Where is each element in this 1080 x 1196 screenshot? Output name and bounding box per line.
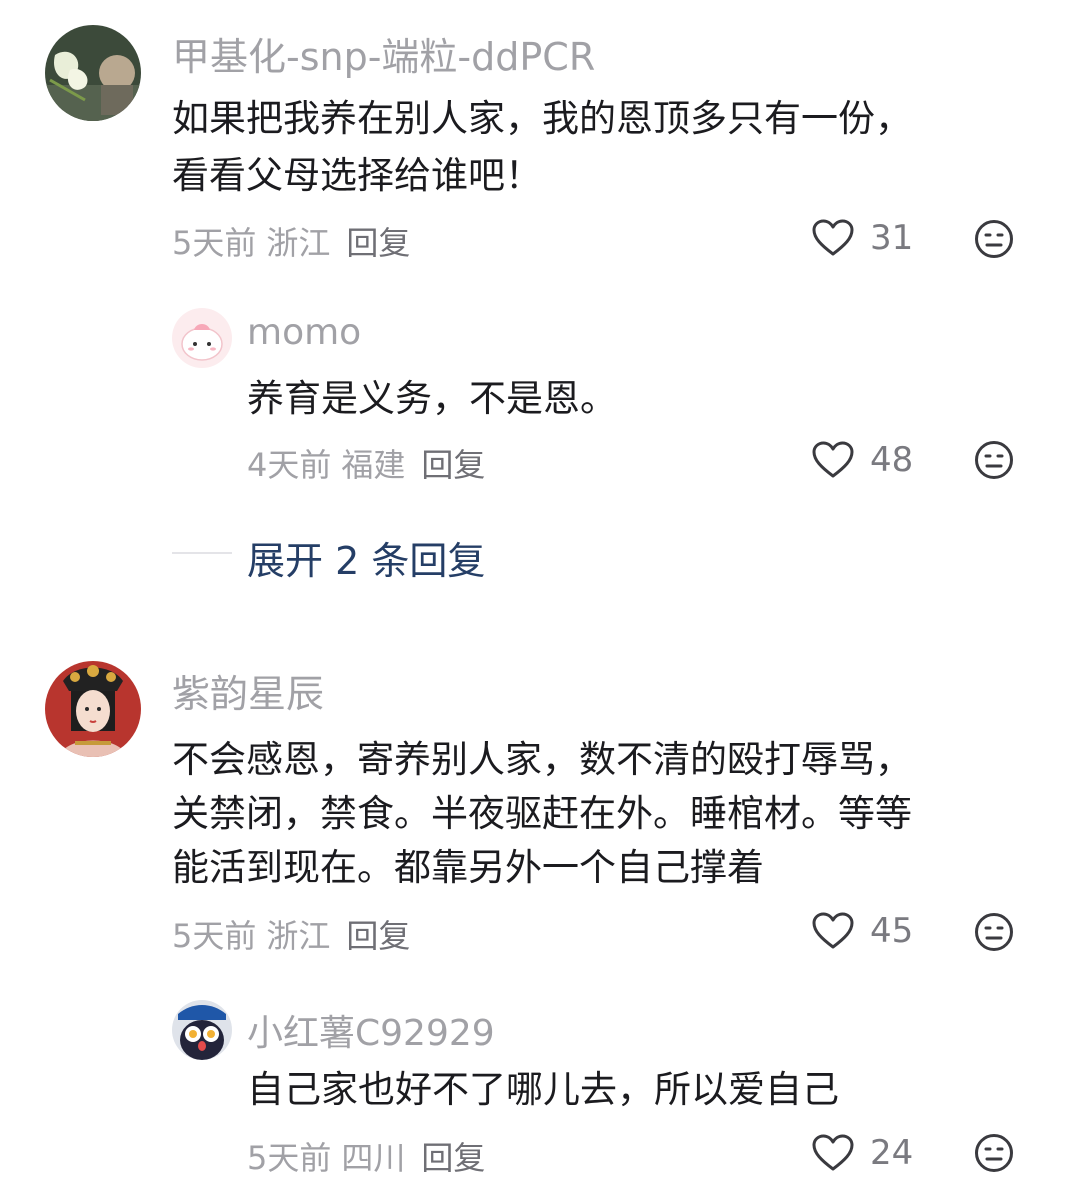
reply-button[interactable]: 回复 xyxy=(421,1139,485,1177)
meh-face-icon[interactable] xyxy=(974,1133,1014,1173)
comment-meta: 5天前 浙江 回复 xyxy=(172,911,410,957)
avatar[interactable] xyxy=(172,308,232,368)
avatar[interactable] xyxy=(45,25,141,121)
reply-meta: 4天前 福建 回复 xyxy=(247,440,485,486)
location: 福建 xyxy=(341,446,406,484)
location: 浙江 xyxy=(266,224,331,262)
reply-text: 养育是义务，不是恩。 xyxy=(247,377,617,420)
timestamp: 5天前 xyxy=(247,1139,332,1177)
like-count: 24 xyxy=(870,1133,914,1173)
meh-face-icon[interactable] xyxy=(974,219,1014,259)
comment-text-line: 如果把我养在别人家，我的恩顶多只有一份， xyxy=(172,97,912,140)
meh-face-icon[interactable] xyxy=(974,912,1014,952)
location: 四川 xyxy=(341,1139,406,1177)
like-count: 45 xyxy=(870,911,914,951)
heart-outline-icon[interactable] xyxy=(812,219,854,257)
like-count: 31 xyxy=(870,218,914,258)
username[interactable]: 甲基化-snp-端粒-ddPCR xyxy=(172,26,595,81)
reply-button[interactable]: 回复 xyxy=(421,446,485,484)
comment-text-line: 不会感恩，寄养别人家，数不清的殴打辱骂， xyxy=(172,738,912,781)
username[interactable]: 小红薯C92929 xyxy=(247,1004,495,1056)
comment-text-line: 关禁闭，禁食。半夜驱赶在外。睡棺材。等等 xyxy=(172,792,912,835)
expand-replies-button[interactable]: 展开 2 条回复 xyxy=(247,530,485,585)
like-count: 48 xyxy=(870,440,914,480)
timestamp: 5天前 xyxy=(172,917,257,955)
heart-outline-icon[interactable] xyxy=(812,912,854,950)
expand-divider xyxy=(172,552,232,554)
timestamp: 4天前 xyxy=(247,446,332,484)
reply-button[interactable]: 回复 xyxy=(346,917,410,955)
timestamp: 5天前 xyxy=(172,224,257,262)
comment-meta: 5天前 浙江 回复 xyxy=(172,218,410,264)
meh-face-icon[interactable] xyxy=(974,440,1014,480)
username[interactable]: 紫韵星辰 xyxy=(172,663,324,718)
avatar[interactable] xyxy=(45,661,141,757)
reply-button[interactable]: 回复 xyxy=(346,224,410,262)
comment-text-line: 能活到现在。都靠另外一个自己撑着 xyxy=(172,846,764,889)
comment-text-line: 看看父母选择给谁吧！ xyxy=(172,154,542,197)
reply-meta: 5天前 四川 回复 xyxy=(247,1133,485,1179)
username[interactable]: momo xyxy=(247,312,361,353)
heart-outline-icon[interactable] xyxy=(812,1134,854,1172)
avatar[interactable] xyxy=(172,1000,232,1060)
location: 浙江 xyxy=(266,917,331,955)
heart-outline-icon[interactable] xyxy=(812,441,854,479)
reply-text: 自己家也好不了哪儿去，所以爱自己 xyxy=(247,1068,839,1111)
